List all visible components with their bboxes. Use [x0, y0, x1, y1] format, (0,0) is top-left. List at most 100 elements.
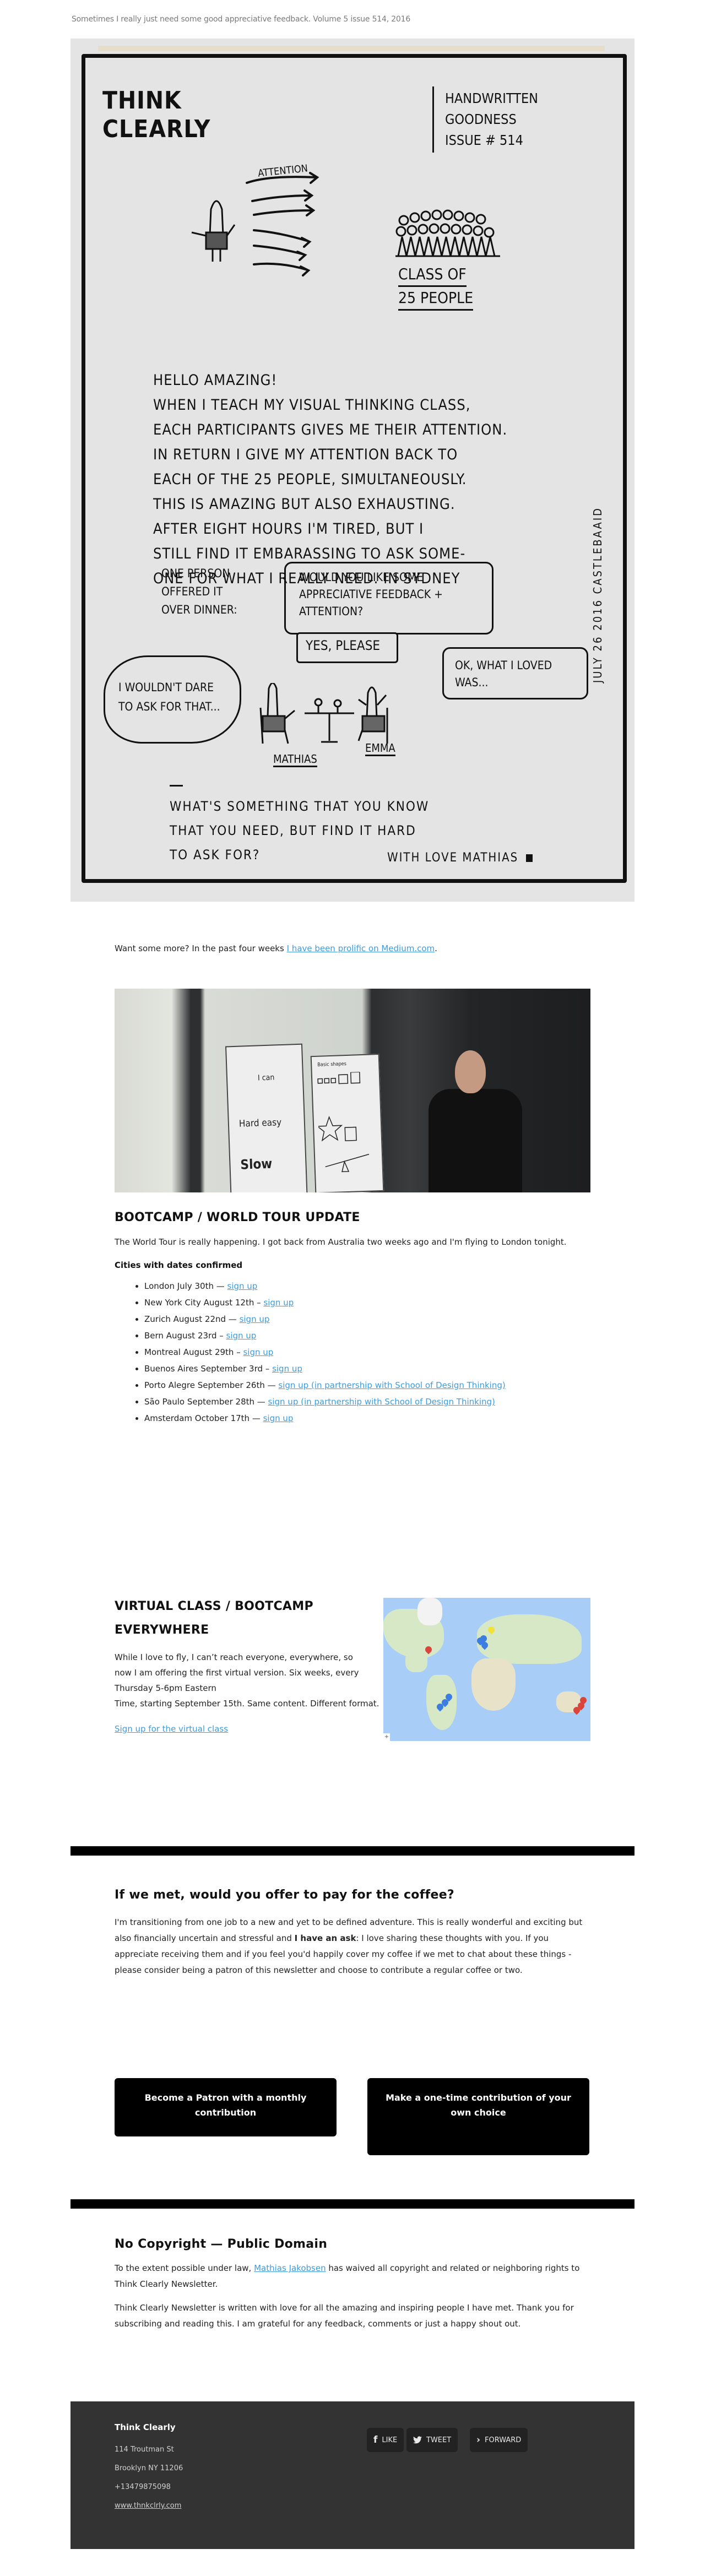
signup-link[interactable]: sign up [263, 1298, 294, 1308]
footer-address-line: Brooklyn NY 11206 [115, 2464, 183, 2472]
signup-link-partnership[interactable]: sign up (in partnership with School of D… [278, 1380, 505, 1390]
speech-bubble-yes: Yes, please [296, 632, 398, 663]
city-item: New York City August 12th – sign up [144, 1295, 590, 1310]
sketch-meta-line: Issue # 514 [445, 132, 523, 148]
city-item: Zurich August 22nd — sign up [144, 1311, 590, 1327]
virtual-class-body: While I love to fly, I can’t reach every… [115, 1652, 359, 1693]
twitter-icon [413, 2436, 422, 2444]
poster-text: Slow [240, 1156, 273, 1173]
medium-link[interactable]: I have been prolific on Medium.com [287, 943, 435, 953]
social-label: LIKE [382, 2436, 398, 2444]
coffee-ask-bold: I have an ask [294, 1933, 356, 1943]
workshop-photo: I can Hard easy Slow Basic shapes [115, 989, 590, 1192]
city-item: Amsterdam October 17th — sign up [144, 1411, 590, 1426]
class-caption-line: 25 People [398, 287, 474, 311]
signup-link-partnership[interactable]: sign up (in partnership with School of D… [268, 1397, 495, 1407]
emma-figure-icon [357, 686, 388, 744]
city-text: New York City August 12th – [144, 1298, 264, 1308]
poster-shapes: Basic shapes [310, 1053, 384, 1192]
section-divider [70, 1846, 634, 1856]
signup-link[interactable]: sign up [243, 1347, 273, 1357]
footer-website-link[interactable]: www.thnkclrly.com [115, 2502, 181, 2510]
name-tag-mathias: Mathias [273, 752, 317, 767]
sketch-title-line: Think [102, 86, 182, 115]
world-map[interactable]: + [383, 1598, 590, 1741]
medium-promo-text: Want some more? In the past four weeks [115, 943, 287, 953]
city-text: São Paulo September 28th — [144, 1397, 268, 1407]
land-greenland [417, 1598, 442, 1625]
medium-promo: Want some more? In the past four weeks I… [115, 941, 590, 956]
city-item: São Paulo September 28th — sign up (in p… [144, 1394, 590, 1409]
copyright-text: To the extent possible under law, [115, 2263, 254, 2273]
map-zoom-button[interactable]: + [383, 1733, 390, 1741]
sketch-offer-line: One person [161, 567, 230, 580]
footer: Think Clearly 114 Troutman St Brooklyn N… [70, 2401, 634, 2549]
sketch-meta-line: Handwritten [445, 90, 538, 106]
social-label: TWEET [426, 2436, 452, 2444]
sketch-divider [432, 86, 434, 153]
speech-bubble-loved: Ok, what I loved was... [442, 647, 588, 699]
sketch-body-line: Hello amazing! [153, 372, 278, 389]
forward-icon: › [476, 2434, 481, 2445]
cities-subtitle: Cities with dates confirmed [115, 1260, 243, 1270]
city-text: Buenos Aires September 3rd – [144, 1364, 273, 1374]
copyright-title: No Copyright — Public Domain [115, 2237, 328, 2251]
coffee-body: I'm transitioning from one job to a new … [115, 1915, 590, 1978]
city-item: Bern August 23rd – sign up [144, 1328, 590, 1343]
poster-text: Basic shapes [317, 1061, 347, 1068]
facebook-like-button[interactable]: f LIKE [367, 2428, 404, 2452]
signup-link[interactable]: sign up [227, 1281, 258, 1291]
footer-address-line: 114 Troutman St [115, 2445, 174, 2454]
sketch-body-line: After eight hours I'm tired, but I [153, 520, 424, 538]
sketch-issue-meta: Handwritten Goodness Issue # 514 [445, 88, 538, 151]
footer-website-line: www.thnkclrly.com [115, 2502, 181, 2510]
thought-cloud: I wouldn't dare to ask for that... [104, 655, 241, 744]
sketch-signature: With love Mathias [387, 851, 533, 865]
bootcamp-section: BOOTCAMP / WORLD TOUR UPDATE The World T… [115, 1209, 590, 1427]
city-text: Zurich August 22nd — [144, 1314, 240, 1324]
sketch-body-line: each of the 25 people, simultaneously. [153, 471, 467, 488]
dash-mark [170, 785, 183, 787]
presenter-body [429, 1089, 522, 1192]
name-tag-emma: Emma [365, 741, 395, 756]
footer-phone: +13479875098 [115, 2483, 171, 2491]
sketch-date-signature: July 26 2016 Castlebaaid [591, 507, 604, 683]
become-patron-button[interactable]: Become a Patron with a monthly contribut… [115, 2078, 337, 2136]
poster-text: I can [257, 1073, 275, 1083]
bootcamp-title: BOOTCAMP / WORLD TOUR UPDATE [115, 1211, 360, 1224]
sketch-body-line: In return I give my attention back to [153, 446, 458, 463]
thank-you-text: Think Clearly Newsletter is written with… [115, 2303, 574, 2329]
signup-link[interactable]: sign up [263, 1413, 294, 1423]
forward-button[interactable]: › FORWARD [470, 2428, 528, 2452]
attention-arrows-icon [246, 172, 319, 276]
sketch-offer-line: offered it [161, 585, 223, 598]
class-caption-line: Class of [398, 263, 467, 287]
one-time-contribution-button[interactable]: Make a one-time contribution of your own… [367, 2078, 589, 2155]
coffee-title: If we met, would you offer to pay for th… [115, 1888, 454, 1902]
author-link[interactable]: Mathias Jakobsen [254, 2263, 326, 2273]
virtual-class-title: VIRTUAL CLASS / BOOTCAMP EVERYWHERE [115, 1599, 313, 1637]
teacher-figure-icon [191, 200, 236, 262]
footer-org-name: Think Clearly [115, 2422, 176, 2432]
land-eurasia [477, 1614, 582, 1664]
signup-link[interactable]: sign up [240, 1314, 270, 1324]
crowd-icon [395, 209, 500, 257]
signup-link[interactable]: sign up [226, 1331, 257, 1341]
presenter-head [455, 1050, 486, 1093]
tape-strip [98, 46, 605, 51]
sketch-body-text: Hello amazing! When I teach my visual th… [153, 368, 583, 591]
copyright-section: No Copyright — Public Domain To the exte… [115, 2236, 590, 2332]
land-central-america [405, 1650, 427, 1672]
city-text: Porto Alegre September 26th — [144, 1380, 279, 1390]
tweet-button[interactable]: TWEET [406, 2428, 458, 2452]
cities-list: London July 30th — sign up New York City… [115, 1278, 590, 1426]
coffee-section: If we met, would you offer to pay for th… [115, 1884, 590, 1978]
city-item: Porto Alegre September 26th — sign up (i… [144, 1378, 590, 1393]
poster-handwriting: I can Hard easy Slow [225, 1043, 308, 1192]
social-label: FORWARD [485, 2436, 522, 2444]
facebook-icon: f [373, 2434, 378, 2445]
copyright-waiver: To the extent possible under law, Mathia… [115, 2260, 590, 2292]
sketch-signature-text: With love Mathias [387, 851, 519, 865]
city-text: Bern August 23rd – [144, 1331, 226, 1341]
signup-link[interactable]: sign up [272, 1364, 302, 1374]
